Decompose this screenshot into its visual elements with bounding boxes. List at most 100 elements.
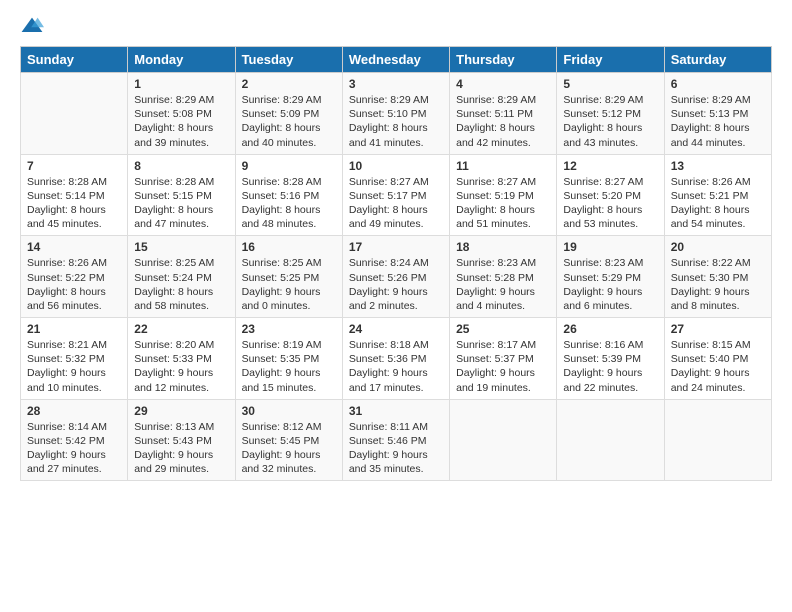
cell-content: Sunrise: 8:29 AM Sunset: 5:10 PM Dayligh… (349, 93, 443, 150)
day-number: 25 (456, 322, 550, 336)
calendar-cell: 24 Sunrise: 8:18 AM Sunset: 5:36 PM Dayli… (342, 318, 449, 400)
day-number: 12 (563, 159, 657, 173)
calendar-cell: 28 Sunrise: 8:14 AM Sunset: 5:42 PM Dayli… (21, 399, 128, 481)
cell-content: Sunrise: 8:25 AM Sunset: 5:25 PM Dayligh… (242, 256, 336, 313)
day-number: 9 (242, 159, 336, 173)
cell-content: Sunrise: 8:18 AM Sunset: 5:36 PM Dayligh… (349, 338, 443, 395)
day-number: 15 (134, 240, 228, 254)
calendar-week-2: 7Sunrise: 8:28 AM Sunset: 5:14 PM Daylig… (21, 154, 772, 236)
header-day-saturday: Saturday (664, 47, 771, 73)
day-number: 24 (349, 322, 443, 336)
day-number: 19 (563, 240, 657, 254)
cell-content: Sunrise: 8:16 AM Sunset: 5:39 PM Dayligh… (563, 338, 657, 395)
day-number: 17 (349, 240, 443, 254)
header-day-monday: Monday (128, 47, 235, 73)
calendar-table: SundayMondayTuesdayWednesdayThursdayFrid… (20, 46, 772, 481)
day-number: 20 (671, 240, 765, 254)
day-number: 18 (456, 240, 550, 254)
cell-content: Sunrise: 8:29 AM Sunset: 5:09 PM Dayligh… (242, 93, 336, 150)
calendar-cell: 15 Sunrise: 8:25 AM Sunset: 5:24 PM Dayli… (128, 236, 235, 318)
calendar-cell: 27Sunrise: 8:15 AM Sunset: 5:40 PM Dayli… (664, 318, 771, 400)
logo-icon (20, 16, 44, 36)
cell-content: Sunrise: 8:27 AM Sunset: 5:17 PM Dayligh… (349, 175, 443, 232)
header-day-sunday: Sunday (21, 47, 128, 73)
calendar-cell: 11Sunrise: 8:27 AM Sunset: 5:19 PM Dayli… (450, 154, 557, 236)
cell-content: Sunrise: 8:11 AM Sunset: 5:46 PM Dayligh… (349, 420, 443, 477)
cell-content: Sunrise: 8:29 AM Sunset: 5:11 PM Dayligh… (456, 93, 550, 150)
header-day-tuesday: Tuesday (235, 47, 342, 73)
calendar-cell: 3 Sunrise: 8:29 AM Sunset: 5:10 PM Daylig… (342, 73, 449, 155)
day-number: 10 (349, 159, 443, 173)
calendar-cell: 23 Sunrise: 8:19 AM Sunset: 5:35 PM Dayli… (235, 318, 342, 400)
calendar-cell: 7Sunrise: 8:28 AM Sunset: 5:14 PM Daylig… (21, 154, 128, 236)
day-number: 21 (27, 322, 121, 336)
calendar-cell (664, 399, 771, 481)
cell-content: Sunrise: 8:23 AM Sunset: 5:28 PM Dayligh… (456, 256, 550, 313)
day-number: 11 (456, 159, 550, 173)
day-number: 26 (563, 322, 657, 336)
cell-content: Sunrise: 8:14 AM Sunset: 5:42 PM Dayligh… (27, 420, 121, 477)
calendar-week-5: 28 Sunrise: 8:14 AM Sunset: 5:42 PM Dayli… (21, 399, 772, 481)
cell-content: Sunrise: 8:24 AM Sunset: 5:26 PM Dayligh… (349, 256, 443, 313)
day-number: 31 (349, 404, 443, 418)
calendar-cell: 29 Sunrise: 8:13 AM Sunset: 5:43 PM Dayli… (128, 399, 235, 481)
day-number: 2 (242, 77, 336, 91)
day-number: 1 (134, 77, 228, 91)
calendar-cell: 6 Sunrise: 8:29 AM Sunset: 5:13 PM Daylig… (664, 73, 771, 155)
cell-content: Sunrise: 8:23 AM Sunset: 5:29 PM Dayligh… (563, 256, 657, 313)
day-number: 8 (134, 159, 228, 173)
header-day-friday: Friday (557, 47, 664, 73)
day-number: 30 (242, 404, 336, 418)
cell-content: Sunrise: 8:28 AM Sunset: 5:16 PM Dayligh… (242, 175, 336, 232)
calendar-cell: 30 Sunrise: 8:12 AM Sunset: 5:45 PM Dayli… (235, 399, 342, 481)
day-number: 23 (242, 322, 336, 336)
cell-content: Sunrise: 8:13 AM Sunset: 5:43 PM Dayligh… (134, 420, 228, 477)
calendar-cell: 14 Sunrise: 8:26 AM Sunset: 5:22 PM Dayli… (21, 236, 128, 318)
cell-content: Sunrise: 8:20 AM Sunset: 5:33 PM Dayligh… (134, 338, 228, 395)
calendar-cell: 19 Sunrise: 8:23 AM Sunset: 5:29 PM Dayli… (557, 236, 664, 318)
cell-content: Sunrise: 8:15 AM Sunset: 5:40 PM Dayligh… (671, 338, 765, 395)
header-day-wednesday: Wednesday (342, 47, 449, 73)
calendar-week-1: 1 Sunrise: 8:29 AM Sunset: 5:08 PM Daylig… (21, 73, 772, 155)
calendar-cell: 5 Sunrise: 8:29 AM Sunset: 5:12 PM Daylig… (557, 73, 664, 155)
calendar-week-3: 14 Sunrise: 8:26 AM Sunset: 5:22 PM Dayli… (21, 236, 772, 318)
day-number: 4 (456, 77, 550, 91)
cell-content: Sunrise: 8:19 AM Sunset: 5:35 PM Dayligh… (242, 338, 336, 395)
calendar-week-4: 21Sunrise: 8:21 AM Sunset: 5:32 PM Dayli… (21, 318, 772, 400)
calendar-cell (21, 73, 128, 155)
calendar-cell: 21Sunrise: 8:21 AM Sunset: 5:32 PM Dayli… (21, 318, 128, 400)
calendar-cell: 18 Sunrise: 8:23 AM Sunset: 5:28 PM Dayli… (450, 236, 557, 318)
day-number: 7 (27, 159, 121, 173)
cell-content: Sunrise: 8:26 AM Sunset: 5:21 PM Dayligh… (671, 175, 765, 232)
calendar-cell: 20 Sunrise: 8:22 AM Sunset: 5:30 PM Dayli… (664, 236, 771, 318)
calendar-cell: 9 Sunrise: 8:28 AM Sunset: 5:16 PM Daylig… (235, 154, 342, 236)
cell-content: Sunrise: 8:22 AM Sunset: 5:30 PM Dayligh… (671, 256, 765, 313)
calendar-cell: 26 Sunrise: 8:16 AM Sunset: 5:39 PM Dayli… (557, 318, 664, 400)
header (20, 15, 772, 36)
logo (20, 15, 48, 36)
cell-content: Sunrise: 8:27 AM Sunset: 5:20 PM Dayligh… (563, 175, 657, 232)
calendar-cell: 8Sunrise: 8:28 AM Sunset: 5:15 PM Daylig… (128, 154, 235, 236)
calendar-cell: 22Sunrise: 8:20 AM Sunset: 5:33 PM Dayli… (128, 318, 235, 400)
cell-content: Sunrise: 8:29 AM Sunset: 5:08 PM Dayligh… (134, 93, 228, 150)
calendar-cell: 25 Sunrise: 8:17 AM Sunset: 5:37 PM Dayli… (450, 318, 557, 400)
cell-content: Sunrise: 8:12 AM Sunset: 5:45 PM Dayligh… (242, 420, 336, 477)
calendar-cell: 1 Sunrise: 8:29 AM Sunset: 5:08 PM Daylig… (128, 73, 235, 155)
day-number: 3 (349, 77, 443, 91)
calendar-cell: 13Sunrise: 8:26 AM Sunset: 5:21 PM Dayli… (664, 154, 771, 236)
day-number: 14 (27, 240, 121, 254)
calendar-cell: 17 Sunrise: 8:24 AM Sunset: 5:26 PM Dayli… (342, 236, 449, 318)
cell-content: Sunrise: 8:29 AM Sunset: 5:13 PM Dayligh… (671, 93, 765, 150)
header-day-thursday: Thursday (450, 47, 557, 73)
calendar-header-row: SundayMondayTuesdayWednesdayThursdayFrid… (21, 47, 772, 73)
cell-content: Sunrise: 8:25 AM Sunset: 5:24 PM Dayligh… (134, 256, 228, 313)
day-number: 29 (134, 404, 228, 418)
day-number: 6 (671, 77, 765, 91)
day-number: 28 (27, 404, 121, 418)
calendar-cell: 16Sunrise: 8:25 AM Sunset: 5:25 PM Dayli… (235, 236, 342, 318)
cell-content: Sunrise: 8:17 AM Sunset: 5:37 PM Dayligh… (456, 338, 550, 395)
calendar-cell: 2 Sunrise: 8:29 AM Sunset: 5:09 PM Daylig… (235, 73, 342, 155)
cell-content: Sunrise: 8:29 AM Sunset: 5:12 PM Dayligh… (563, 93, 657, 150)
cell-content: Sunrise: 8:26 AM Sunset: 5:22 PM Dayligh… (27, 256, 121, 313)
day-number: 5 (563, 77, 657, 91)
